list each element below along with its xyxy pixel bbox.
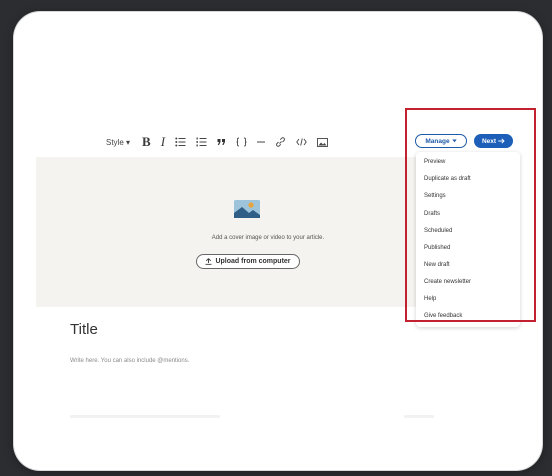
upload-label: Upload from computer (215, 258, 291, 265)
bold-button[interactable]: B (142, 133, 151, 151)
editor-window: Style ▾ B I Add a cover image or video t… (14, 12, 542, 470)
highlight-box (405, 108, 536, 322)
upload-from-computer-button[interactable]: Upload from computer (196, 254, 300, 269)
faint-divider (70, 415, 220, 418)
quote-icon[interactable] (217, 133, 226, 151)
article-body-input[interactable]: Write here. You can also include @mentio… (70, 358, 189, 364)
italic-button[interactable]: I (161, 133, 165, 151)
code-block-icon[interactable] (236, 133, 247, 151)
bullet-list-icon[interactable] (175, 133, 186, 151)
formatting-toolbar: Style ▾ B I (106, 133, 338, 151)
divider-icon[interactable] (257, 133, 266, 151)
link-icon[interactable] (275, 133, 286, 151)
faint-divider (404, 415, 434, 418)
upload-icon (205, 258, 212, 265)
article-title-input[interactable]: Title (70, 321, 98, 338)
embed-code-icon[interactable] (296, 133, 307, 151)
numbered-list-icon[interactable] (196, 133, 207, 151)
style-dropdown[interactable]: Style ▾ (106, 133, 130, 151)
image-icon[interactable] (317, 133, 328, 151)
cover-placeholder-icon (234, 200, 260, 218)
